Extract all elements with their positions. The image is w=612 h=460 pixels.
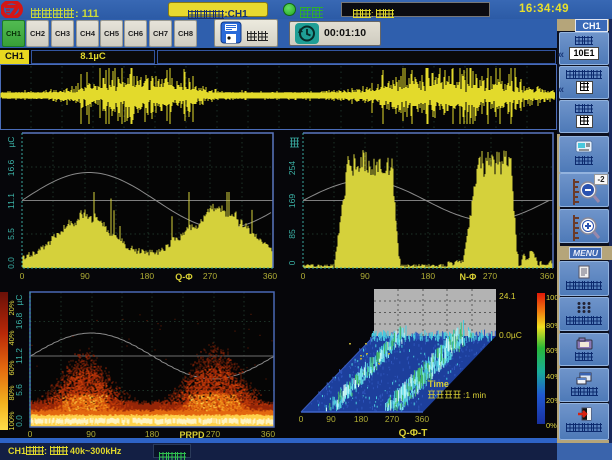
svg-text:5.5: 5.5 <box>6 228 16 240</box>
svg-text:270: 270 <box>206 429 220 438</box>
svg-text:0.0µC: 0.0µC <box>499 330 522 340</box>
svg-text:360: 360 <box>263 271 277 281</box>
svg-text:360: 360 <box>261 429 275 438</box>
svg-text:40%: 40% <box>546 372 557 381</box>
svg-text:90: 90 <box>360 271 370 281</box>
svg-text:11.1: 11.1 <box>6 193 16 209</box>
svg-text:µC: µC <box>6 136 16 147</box>
svg-text:0: 0 <box>301 271 306 281</box>
svg-text:360: 360 <box>415 414 429 424</box>
svg-text:90: 90 <box>326 414 336 424</box>
svg-text:0.0: 0.0 <box>14 415 24 427</box>
svg-text:11.2: 11.2 <box>14 348 24 364</box>
svg-text:360: 360 <box>540 271 554 281</box>
svg-text:90: 90 <box>80 271 90 281</box>
svg-text:0%: 0% <box>546 421 557 430</box>
svg-text:0: 0 <box>28 429 33 438</box>
svg-text:20%: 20% <box>546 396 557 405</box>
svg-text:µC: µC <box>14 294 24 305</box>
svg-text:270: 270 <box>203 271 217 281</box>
svg-text:270: 270 <box>385 414 399 424</box>
svg-text:Time: Time <box>428 379 449 389</box>
svg-text:180: 180 <box>145 429 159 438</box>
svg-text:180: 180 <box>140 271 154 281</box>
svg-text:180: 180 <box>354 414 368 424</box>
svg-text:90: 90 <box>86 429 96 438</box>
svg-text:254: 254 <box>287 161 297 175</box>
svg-text:169: 169 <box>287 194 297 208</box>
svg-text:0: 0 <box>299 414 304 424</box>
svg-text:Q-Φ: Q-Φ <box>175 272 193 282</box>
svg-text:16.8: 16.8 <box>14 312 24 329</box>
svg-text:0.0: 0.0 <box>6 257 16 269</box>
svg-text:Q-Φ-T: Q-Φ-T <box>399 428 428 438</box>
svg-text:100%: 100% <box>546 293 557 302</box>
svg-text:80%: 80% <box>546 321 557 330</box>
svg-text:PRPD: PRPD <box>179 430 205 438</box>
svg-text:0: 0 <box>20 271 25 281</box>
svg-text::1 min: :1 min <box>463 390 486 400</box>
svg-text:270: 270 <box>483 271 497 281</box>
svg-text:85: 85 <box>287 229 297 239</box>
svg-text:N-Φ: N-Φ <box>460 272 477 282</box>
svg-text:16.6: 16.6 <box>6 159 16 176</box>
svg-text:180: 180 <box>421 271 435 281</box>
svg-text:24.1: 24.1 <box>499 291 516 301</box>
svg-text:5.6: 5.6 <box>14 384 24 396</box>
svg-text:0: 0 <box>287 260 297 265</box>
svg-text:60%: 60% <box>546 346 557 355</box>
